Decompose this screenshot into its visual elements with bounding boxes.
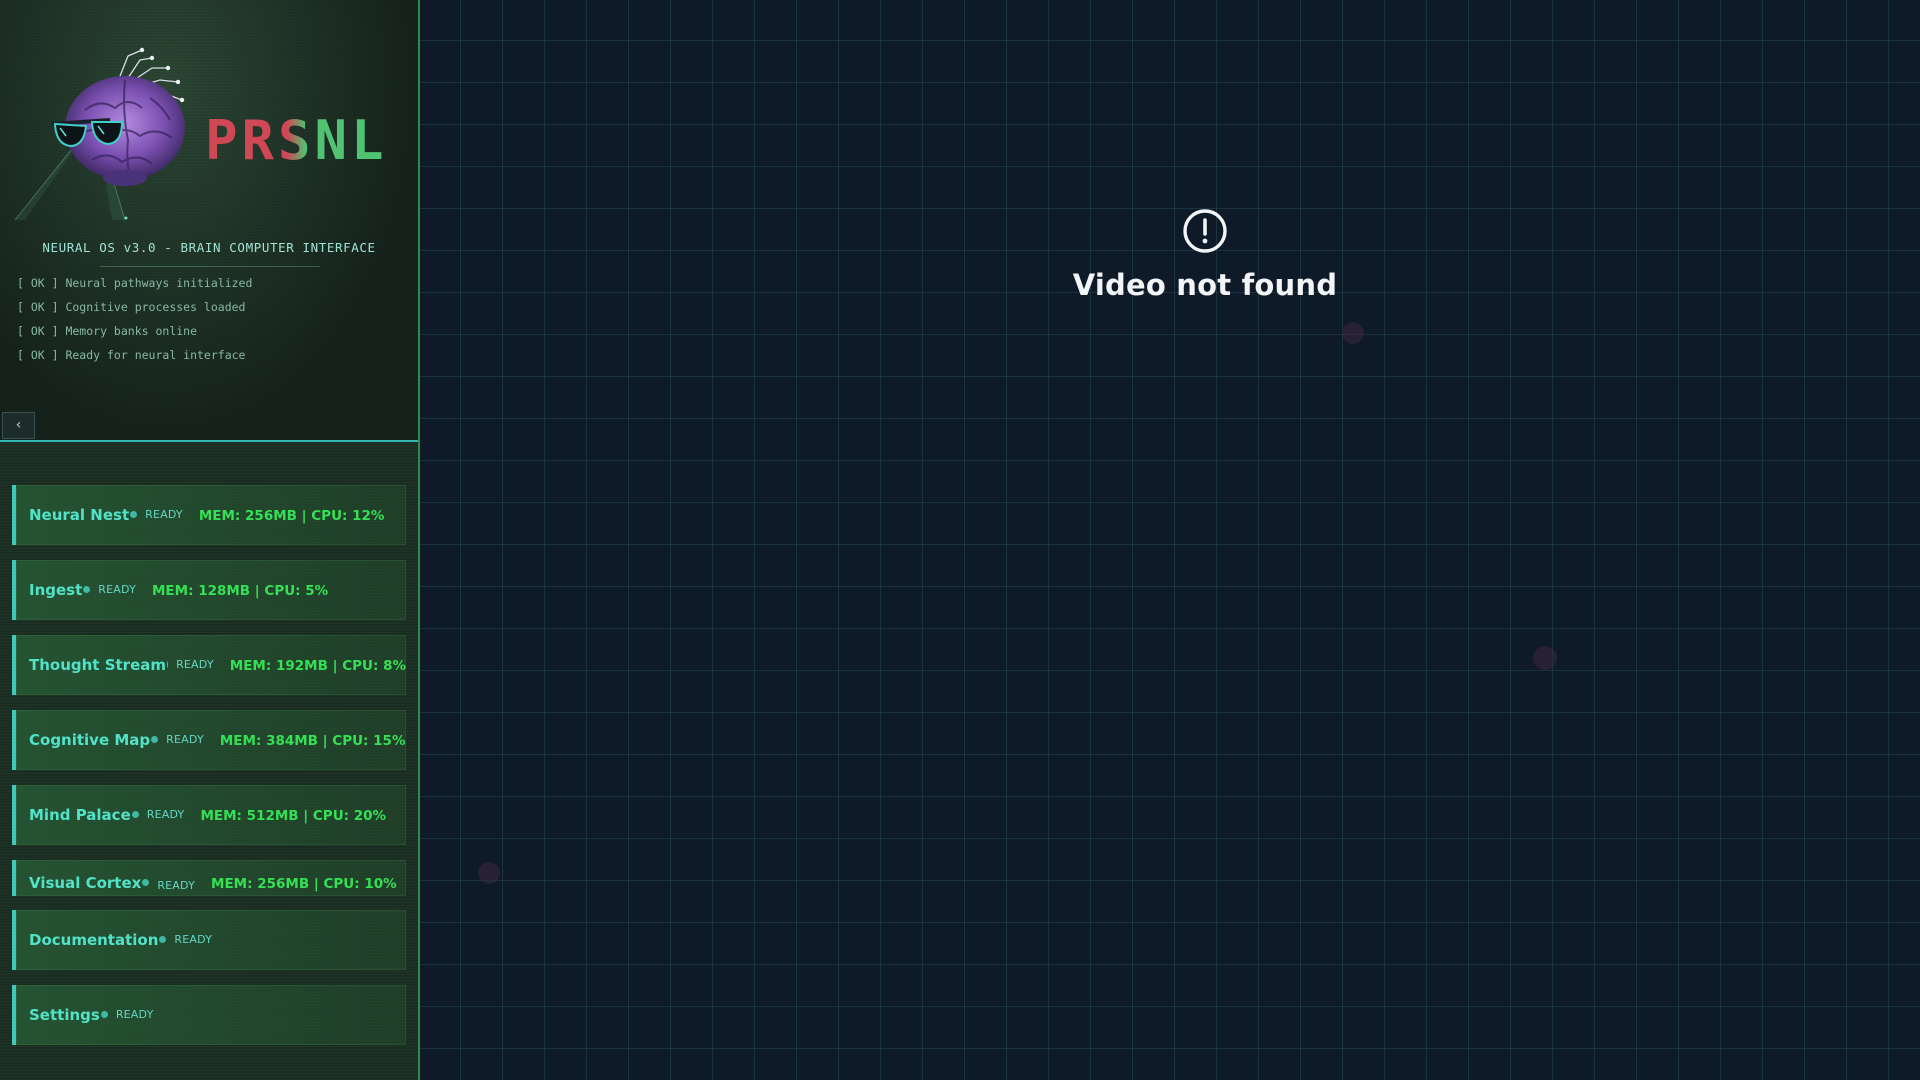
nav-item-label: Ingest	[29, 581, 83, 599]
nav-item-label: Mind Palace	[29, 806, 131, 824]
status-badge: READY	[145, 507, 183, 521]
resource-metrics: MEM: 192MB | CPU: 8%	[229, 658, 406, 674]
status-badge: READY	[146, 807, 185, 821]
status-badge: READY	[98, 582, 136, 596]
status-dot-icon	[100, 1010, 108, 1018]
os-title: NEURAL OS v3.0 - BRAIN COMPUTER INTERFAC…	[42, 240, 376, 255]
nav-item-label: Neural Nest	[29, 506, 130, 524]
status-badge: READY	[157, 879, 196, 892]
alert-circle-icon	[1183, 209, 1227, 253]
status-dot-icon	[131, 810, 139, 818]
nav-item-documentation[interactable]: Documentation READY	[12, 910, 406, 970]
nav-item-label: Cognitive Map	[29, 731, 151, 749]
boot-log-line: [ OK ] Ready for neural interface	[17, 348, 246, 362]
nav-item-label: Visual Cortex	[29, 874, 142, 892]
status-dot-icon	[159, 935, 167, 943]
status-dot-icon	[167, 660, 169, 668]
video-area: Video not found	[420, 0, 1920, 1080]
status-dot-icon	[83, 585, 91, 593]
resource-metrics: MEM: 512MB | CPU: 20%	[200, 808, 387, 824]
nav-item-label: Settings	[29, 1006, 100, 1024]
ambient-particle	[1342, 322, 1364, 344]
resource-metrics: MEM: 256MB | CPU: 10%	[211, 876, 397, 892]
nav-item-neural-nest[interactable]: Neural Nest READY MEM: 256MB | CPU: 12%	[12, 485, 406, 545]
status-badge: READY	[115, 1007, 154, 1021]
boot-log-line: [ OK ] Memory banks online	[17, 324, 198, 338]
status-badge: READY	[176, 657, 214, 671]
boot-log: [ OK ] Neural pathways initialized [ OK …	[17, 274, 252, 370]
nav-item-label: Documentation	[29, 931, 159, 949]
sidebar-header: PRSNL NEURAL OS v3.0 - BRAIN COMPUTER IN…	[0, 0, 418, 442]
title-divider	[100, 266, 320, 267]
brand-text: PRSNL	[205, 109, 388, 172]
nav-item-visual-cortex[interactable]: Visual Cortex READY MEM: 256MB | CPU: 10…	[12, 860, 406, 896]
nav-item-settings[interactable]: Settings READY	[12, 985, 406, 1045]
ambient-particle	[478, 862, 500, 884]
nav-item-thought-stream[interactable]: Thought Stream READY MEM: 192MB | CPU: 8…	[12, 635, 406, 695]
boot-log-line: [ OK ] Cognitive processes loaded	[17, 300, 246, 314]
nav-item-mind-palace[interactable]: Mind Palace READY MEM: 512MB | CPU: 20%	[12, 785, 406, 845]
status-dot-icon	[151, 735, 159, 743]
resource-metrics: MEM: 128MB | CPU: 5%	[152, 583, 329, 599]
resource-metrics: MEM: 256MB | CPU: 12%	[198, 508, 385, 524]
collapse-sidebar-button[interactable]: ‹	[2, 412, 35, 439]
status-badge: READY	[166, 732, 204, 746]
ambient-particle	[1533, 646, 1557, 670]
sidebar: PRSNL NEURAL OS v3.0 - BRAIN COMPUTER IN…	[0, 0, 420, 1080]
nav-item-label: Thought Stream	[29, 656, 166, 674]
video-error: Video not found	[1000, 208, 1410, 302]
nav-item-cognitive-map[interactable]: Cognitive Map READY MEM: 384MB | CPU: 15…	[12, 710, 406, 770]
nav-item-ingest[interactable]: Ingest READY MEM: 128MB | CPU: 5%	[12, 560, 406, 620]
boot-log-line: [ OK ] Neural pathways initialized	[17, 276, 253, 290]
status-badge: READY	[174, 932, 213, 946]
brand-wordmark: PRSNL	[205, 110, 388, 172]
status-dot-icon	[142, 879, 150, 886]
resource-metrics: MEM: 384MB | CPU: 15%	[219, 733, 406, 749]
status-dot-icon	[130, 510, 138, 518]
video-error-message: Video not found	[1072, 268, 1338, 302]
